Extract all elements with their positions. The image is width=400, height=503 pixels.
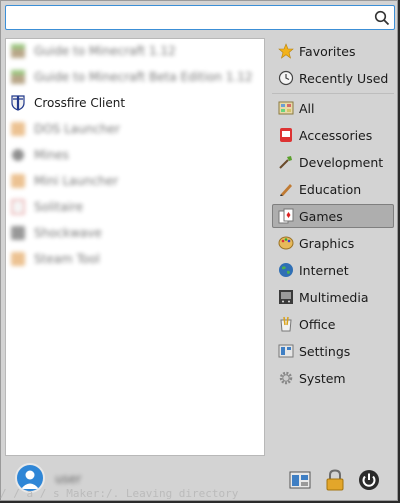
app-item[interactable]: Mines — [10, 143, 260, 167]
category-label: Internet — [299, 262, 349, 278]
games-icon — [278, 208, 294, 224]
crossfire-shield-icon — [11, 95, 25, 111]
app-item[interactable]: Guide to Minecraft 1.12 — [10, 39, 260, 63]
app-item-label: Guide to Minecraft Beta Edition 1.12 — [34, 70, 253, 84]
minecraft-icon — [11, 70, 25, 84]
app-item[interactable]: DOS Launcher — [10, 117, 260, 141]
app-item[interactable]: Shockwave — [10, 221, 260, 245]
minecraft-icon — [11, 44, 25, 58]
category-education[interactable]: Education — [272, 177, 394, 201]
graphics-icon — [278, 236, 294, 250]
game-icon — [11, 252, 25, 266]
category-label: System — [299, 370, 346, 386]
category-label: Settings — [299, 343, 351, 359]
app-item-label: Mini Launcher — [34, 174, 119, 188]
app-item-label: Steam Tool — [34, 252, 100, 266]
category-label: Recently Used — [299, 70, 389, 86]
category-development[interactable]: Development — [272, 150, 394, 174]
app-item-label: Crossfire Client — [34, 96, 126, 110]
category-settings[interactable]: Settings — [272, 339, 394, 363]
category-games[interactable]: Games — [272, 204, 394, 228]
mines-icon — [12, 149, 24, 161]
category-accessories[interactable]: Accessories — [272, 123, 394, 147]
category-label: Multimedia — [299, 289, 369, 305]
category-office[interactable]: Office — [272, 312, 394, 336]
game-icon — [11, 226, 25, 240]
game-icon — [11, 174, 25, 188]
category-list: Favorites Recently Used All Accessories — [269, 38, 397, 458]
app-item-label: Guide to Minecraft 1.12 — [34, 44, 176, 58]
app-item-label: Solitaire — [34, 200, 84, 214]
category-label: Education — [299, 181, 362, 197]
application-list: Guide to Minecraft 1.12 Guide to Minecra… — [5, 38, 265, 456]
multimedia-icon — [279, 290, 293, 304]
category-label: Accessories — [299, 127, 373, 143]
app-item-label: Mines — [34, 148, 69, 162]
category-separator — [272, 93, 394, 94]
category-graphics[interactable]: Graphics — [272, 231, 394, 255]
app-item[interactable]: Solitaire — [10, 195, 260, 219]
education-icon — [280, 184, 292, 196]
app-item[interactable]: Steam Tool — [10, 247, 260, 271]
star-icon — [278, 43, 294, 59]
search-icon[interactable] — [374, 10, 390, 26]
category-multimedia[interactable]: Multimedia — [272, 285, 394, 309]
search-input[interactable] — [5, 5, 395, 30]
development-icon — [279, 156, 292, 169]
app-item-label: DOS Launcher — [34, 122, 120, 136]
accessories-icon — [280, 128, 292, 142]
game-icon — [11, 122, 25, 136]
category-internet[interactable]: Internet — [272, 258, 394, 282]
category-label: Development — [299, 154, 384, 170]
user-name: user — [55, 472, 82, 486]
search-bar — [5, 5, 395, 30]
office-icon — [280, 316, 292, 332]
category-all[interactable]: All — [272, 96, 394, 120]
category-favorites[interactable]: Favorites — [272, 39, 394, 63]
globe-icon — [279, 263, 293, 277]
system-gear-icon — [279, 371, 293, 385]
category-label: Graphics — [299, 235, 355, 251]
app-item[interactable]: Mini Launcher — [10, 169, 260, 193]
background-terminal-text: / / a / s Maker:/. Leaving directory — [0, 487, 239, 500]
app-item-crossfire-client[interactable]: Crossfire Client — [10, 91, 260, 115]
category-system[interactable]: System — [272, 366, 394, 390]
cards-icon — [11, 199, 25, 215]
app-item[interactable]: Guide to Minecraft Beta Edition 1.12 — [10, 65, 260, 89]
all-apps-icon — [278, 101, 294, 115]
clock-icon — [278, 70, 294, 86]
app-item-label: Shockwave — [34, 226, 102, 240]
application-menu: Guide to Minecraft 1.12 Guide to Minecra… — [0, 0, 398, 501]
category-label: Office — [299, 316, 336, 332]
category-label: All — [299, 100, 315, 116]
category-label: Favorites — [299, 43, 356, 59]
category-recently-used[interactable]: Recently Used — [272, 66, 394, 90]
category-label: Games — [299, 208, 343, 224]
settings-icon — [278, 344, 294, 358]
